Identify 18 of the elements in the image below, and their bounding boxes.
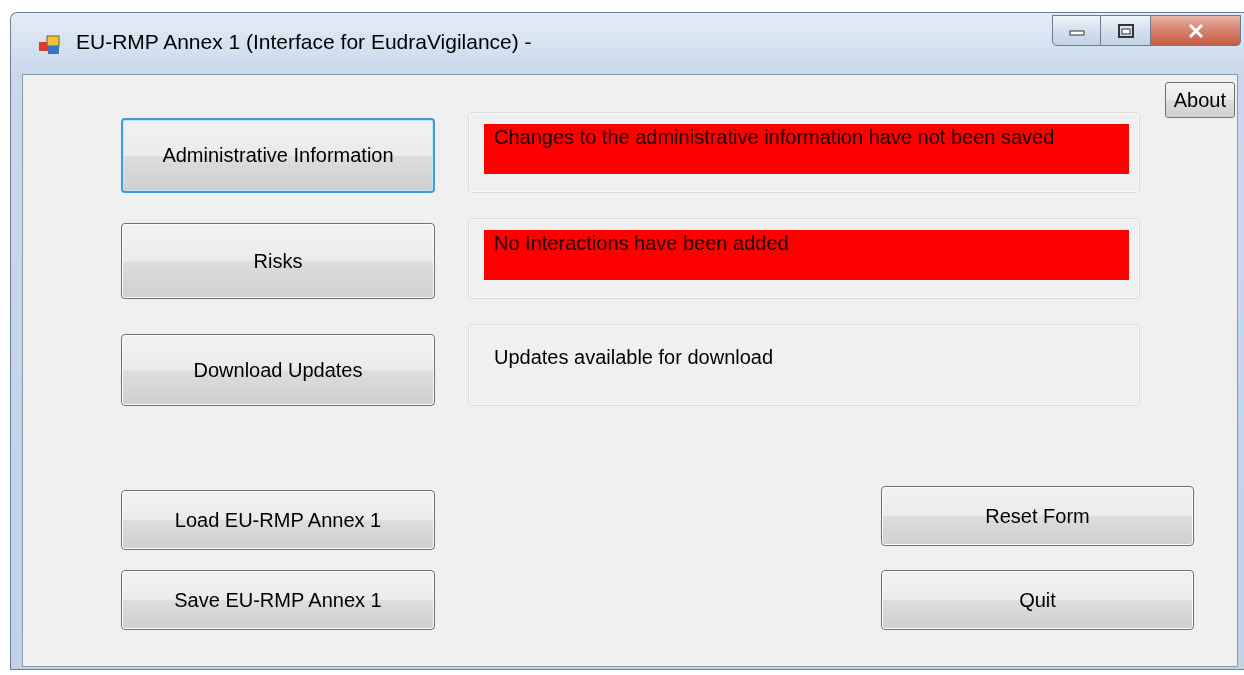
about-button[interactable]: About <box>1164 82 1235 118</box>
close-icon <box>1186 22 1205 39</box>
warning-message: No Interactions have been added <box>484 230 1129 280</box>
status-message: Updates available for download <box>493 345 775 370</box>
quit-button[interactable]: Quit <box>881 570 1194 630</box>
reset-button[interactable]: Reset Form <box>881 486 1194 546</box>
section-button[interactable]: Administrative Information <box>121 118 435 193</box>
window-title: EU-RMP Annex 1 (Interface for EudraVigilance) - <box>76 30 532 54</box>
save-button[interactable]: Save EU-RMP Annex 1 <box>121 570 435 630</box>
load-button[interactable]: Load EU-RMP Annex 1 <box>121 490 435 550</box>
section-button[interactable]: Risks <box>121 223 435 299</box>
warning-message: Changes to the administrative information have not been saved <box>484 124 1129 174</box>
minimize-button[interactable] <box>1052 15 1101 46</box>
app-icon <box>38 34 60 56</box>
section-button[interactable]: Download Updates <box>121 334 435 406</box>
maximize-icon <box>1117 23 1134 38</box>
restore-button[interactable] <box>1101 15 1151 46</box>
close-button[interactable] <box>1151 15 1241 46</box>
